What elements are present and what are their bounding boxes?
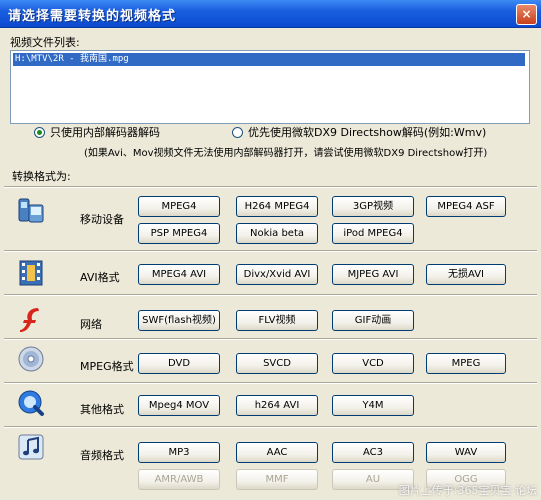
format-button-nokia-beta[interactable]: Nokia beta [236, 223, 318, 244]
radio-internal-indicator[interactable] [34, 126, 45, 138]
separator [4, 294, 537, 296]
format-button-mmf[interactable]: MMF [236, 469, 318, 490]
format-button-gif[interactable]: GIF动画 [332, 310, 414, 331]
disc-icon [18, 346, 44, 372]
category-label-web: 网络 [80, 318, 102, 331]
format-button-lossless-avi[interactable]: 无损AVI [426, 264, 506, 285]
category-label-other: 其他格式 [80, 403, 124, 416]
window-title: 请选择需要转换的视频格式 [8, 9, 177, 24]
category-label-mobile: 移动设备 [80, 213, 124, 226]
format-button-3gp[interactable]: 3GP视频 [332, 196, 414, 217]
format-button-divx-xvid-avi[interactable]: Divx/Xvid AVI [236, 264, 318, 285]
category-label-audio: 音频格式 [80, 449, 124, 462]
radio-directshow-decoder[interactable]: 优先使用微软DX9 Directshow解码(例如:Wmv) [232, 124, 486, 140]
quicktime-icon [18, 390, 44, 416]
format-button-swf[interactable]: SWF(flash视频) [138, 310, 220, 331]
format-button-y4m[interactable]: Y4M [332, 395, 414, 416]
decoder-note: (如果Avi、Mov视频文件无法使用内部解码器打开，请尝试使用微软DX9 Dir… [84, 148, 488, 159]
music-note-icon [18, 434, 44, 460]
radio-internal-decoder[interactable]: 只使用内部解码器解码 [34, 124, 160, 140]
file-list-item[interactable]: H:\MTV\2R - 我南国.mpg [13, 53, 525, 66]
format-button-vcd[interactable]: VCD [332, 353, 414, 374]
close-button[interactable]: × [516, 4, 537, 25]
format-button-wav[interactable]: WAV [426, 442, 506, 463]
format-button-flv[interactable]: FLV视频 [236, 310, 318, 331]
title-bar: 请选择需要转换的视频格式 × [0, 0, 541, 28]
file-list-label: 视频文件列表: [10, 36, 80, 49]
format-button-mpeg4[interactable]: MPEG4 [138, 196, 220, 217]
separator [4, 426, 537, 428]
format-button-mpeg4-avi[interactable]: MPEG4 AVI [138, 264, 220, 285]
category-label-mpeg: MPEG格式 [80, 360, 134, 373]
convert-format-label: 转换格式为: [12, 170, 71, 183]
format-button-dvd[interactable]: DVD [138, 353, 220, 374]
format-button-psp-mpeg4[interactable]: PSP MPEG4 [138, 223, 220, 244]
flash-icon [20, 308, 39, 332]
format-button-mp3[interactable]: MP3 [138, 442, 220, 463]
format-button-mpeg4-asf[interactable]: MPEG4 ASF [426, 196, 506, 217]
format-button-svcd[interactable]: SVCD [236, 353, 318, 374]
separator [4, 338, 537, 340]
format-button-ac3[interactable]: AC3 [332, 442, 414, 463]
separator [4, 186, 537, 188]
dialog-body: 视频文件列表: H:\MTV\2R - 我南国.mpg 只使用内部解码器解码 优… [0, 28, 541, 500]
format-button-mpeg4-mov[interactable]: Mpeg4 MOV [138, 395, 220, 416]
category-label-avi: AVI格式 [80, 271, 120, 284]
format-button-aac[interactable]: AAC [236, 442, 318, 463]
separator [4, 250, 537, 252]
radio-directshow-label: 优先使用微软DX9 Directshow解码(例如:Wmv) [248, 126, 487, 139]
file-list[interactable]: H:\MTV\2R - 我南国.mpg [10, 50, 530, 124]
separator [4, 382, 537, 384]
film-strip-icon [19, 260, 43, 286]
mobile-device-icon [18, 198, 44, 223]
watermark: 图片上传于:365宝贝宝·论坛 [398, 484, 537, 497]
format-button-h264-avi[interactable]: h264 AVI [236, 395, 318, 416]
format-button-mjpeg-avi[interactable]: MJPEG AVI [332, 264, 414, 285]
radio-directshow-indicator[interactable] [232, 126, 243, 138]
format-button-h264-mpeg4[interactable]: H264 MPEG4 [236, 196, 318, 217]
format-button-ipod-mpeg4[interactable]: iPod MPEG4 [332, 223, 414, 244]
radio-internal-label: 只使用内部解码器解码 [50, 126, 160, 139]
format-button-mpeg[interactable]: MPEG [426, 353, 506, 374]
format-button-amr-awb[interactable]: AMR/AWB [138, 469, 220, 490]
